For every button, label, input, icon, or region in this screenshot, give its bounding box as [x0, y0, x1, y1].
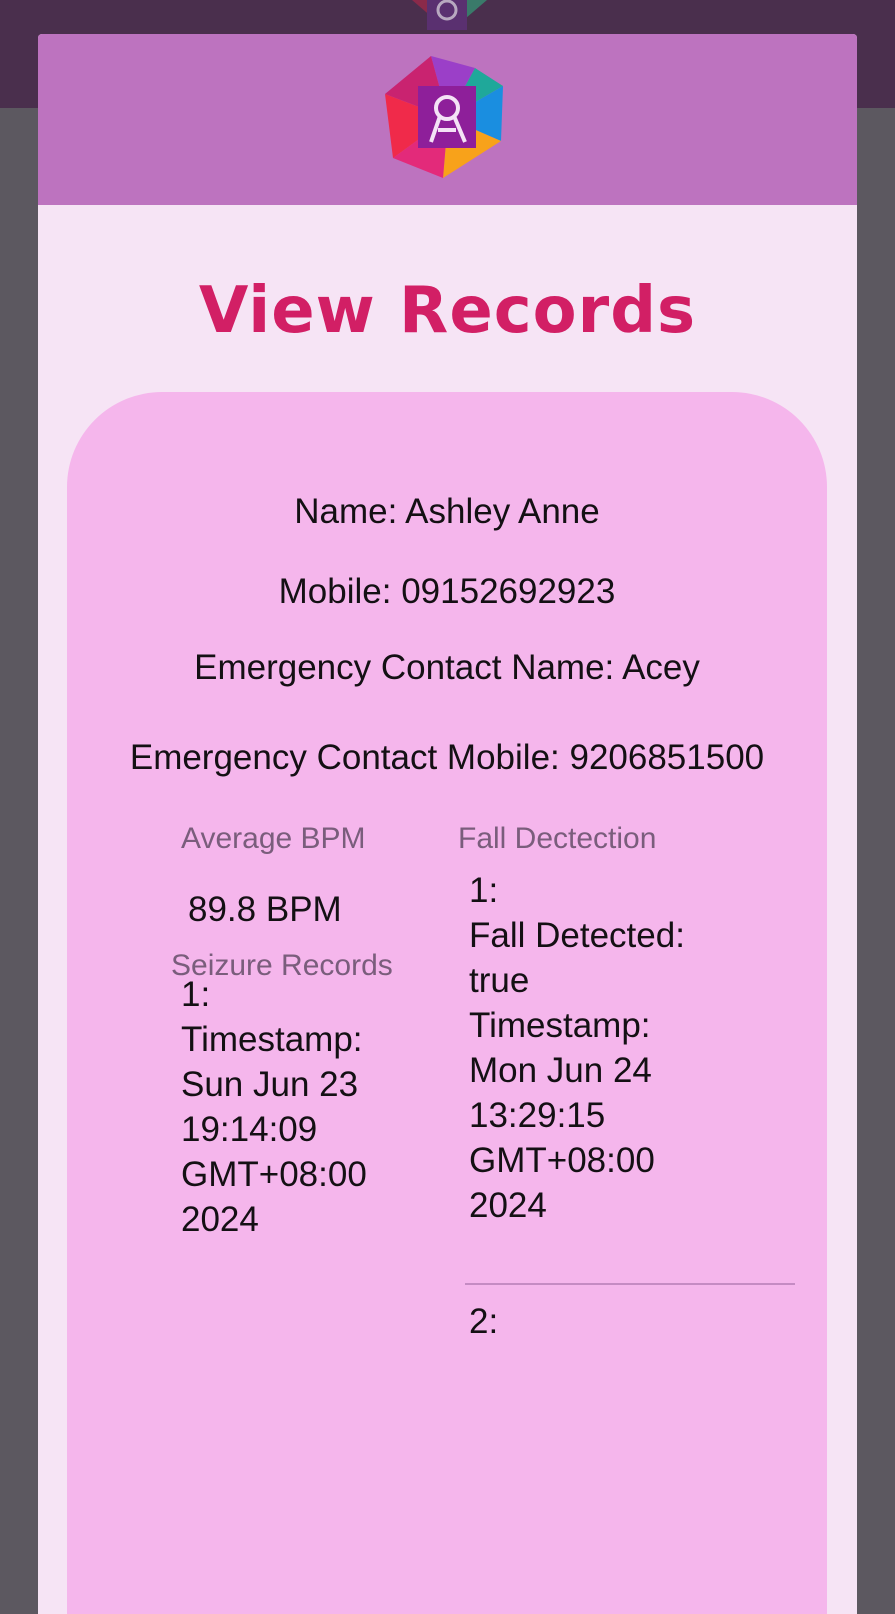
fall-record-line: Fall Detected: [469, 916, 685, 955]
patient-name: Name: Ashley Anne [294, 492, 600, 531]
fall-record-divider [465, 1283, 795, 1285]
fall-record-index: 1: [469, 871, 499, 910]
view-records-dialog: View Records Name: Ashley Anne Mobile: 0… [38, 34, 857, 1614]
emergency-contact-mobile: Emergency Contact Mobile: 9206851500 [129, 738, 765, 777]
page-title: View Records [198, 274, 697, 348]
seizure-record-line: Sun Jun 23 [181, 1065, 359, 1104]
fall-record-index: 2: [469, 1302, 499, 1341]
fall-record-line: Timestamp: [469, 1006, 651, 1045]
seizure-record-line: GMT+08:00 [181, 1155, 367, 1194]
seizure-record-line: 19:14:09 [181, 1110, 318, 1149]
seizure-record-line: 2024 [181, 1200, 259, 1239]
seizure-record-line: Timestamp: [181, 1020, 363, 1059]
record-card: Name: Ashley Anne Mobile: 09152692923 Em… [67, 392, 827, 1614]
average-bpm-label: Average BPM [181, 822, 366, 855]
app-logo-icon [383, 46, 513, 191]
dialog-header [38, 34, 857, 205]
fall-record-line: GMT+08:00 [469, 1141, 655, 1180]
seizure-record-item: 1: Timestamp: Sun Jun 23 19:14:09 GMT+08… [181, 972, 367, 1242]
fall-record-line: 2024 [469, 1186, 547, 1225]
emergency-contact-name: Emergency Contact Name: Acey [194, 648, 700, 687]
fall-record-item: 1: Fall Detected: true Timestamp: Mon Ju… [469, 868, 685, 1228]
fall-record-line: true [469, 961, 530, 1000]
fall-record-line: 13:29:15 [469, 1096, 606, 1135]
patient-mobile: Mobile: 09152692923 [278, 572, 616, 611]
seizure-record-index: 1: [181, 975, 211, 1014]
fall-detection-label: Fall Dectection [458, 822, 657, 855]
fall-record-item: 2: [469, 1299, 498, 1344]
average-bpm-value: 89.8 BPM [188, 890, 342, 929]
fall-record-line: Mon Jun 24 [469, 1051, 652, 1090]
